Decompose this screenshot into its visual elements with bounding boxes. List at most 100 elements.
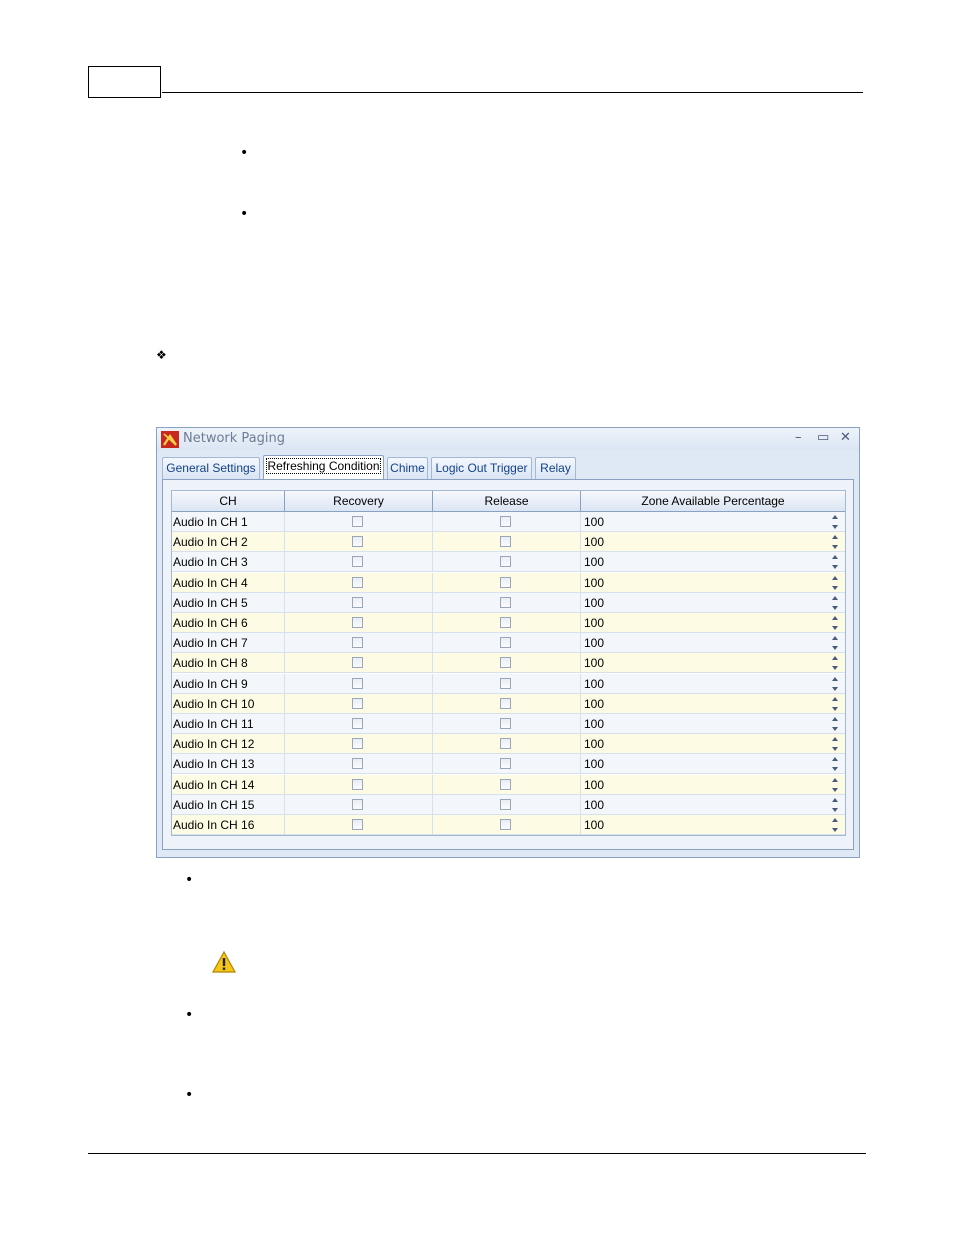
table-row[interactable]: Audio In CH 13 100 — [172, 754, 845, 775]
zone-percentage-stepper[interactable]: 100 — [581, 734, 845, 755]
refreshing-condition-grid: CH Recovery Release Zone Available Perce… — [171, 490, 846, 836]
zone-percentage-stepper[interactable]: 100 — [581, 815, 845, 835]
zone-percentage-value: 100 — [584, 797, 605, 812]
table-row[interactable]: Audio In CH 10 100 — [172, 693, 845, 714]
recovery-checkbox[interactable] — [352, 758, 363, 770]
tab-refreshing-condition[interactable]: Refreshing Condition — [263, 455, 384, 480]
tab-logic-out-trigger[interactable]: Logic Out Trigger — [431, 457, 532, 479]
recovery-checkbox[interactable] — [352, 516, 363, 527]
table-row[interactable]: Audio In CH 8 100 — [172, 653, 845, 674]
release-checkbox[interactable] — [500, 778, 511, 790]
title-bar[interactable]: Network Paging – ▭ ✕ — [157, 428, 859, 450]
column-header-ch[interactable]: CH — [172, 491, 285, 512]
spin-arrows-icon[interactable] — [831, 796, 839, 814]
table-row[interactable]: Audio In CH 6 100 — [172, 613, 845, 633]
release-cell — [433, 653, 581, 674]
zone-percentage-stepper[interactable]: 100 — [581, 532, 845, 553]
column-header-recovery[interactable]: Recovery — [285, 491, 433, 512]
table-row[interactable]: Audio In CH 2 100 — [172, 532, 845, 553]
release-checkbox[interactable] — [500, 738, 511, 750]
recovery-checkbox[interactable] — [352, 819, 363, 830]
table-row[interactable]: Audio In CH 9 100 — [172, 673, 845, 694]
recovery-checkbox[interactable] — [352, 617, 363, 628]
spin-arrows-icon[interactable] — [831, 816, 839, 834]
recovery-checkbox[interactable] — [352, 657, 363, 669]
spin-arrows-icon[interactable] — [831, 614, 839, 632]
recovery-checkbox[interactable] — [352, 718, 363, 729]
spin-arrows-icon[interactable] — [831, 513, 839, 531]
recovery-checkbox[interactable] — [352, 798, 363, 810]
bullet-4: • — [185, 1007, 194, 1023]
recovery-checkbox[interactable] — [352, 576, 363, 588]
recovery-checkbox[interactable] — [352, 738, 363, 750]
zone-percentage-stepper[interactable]: 100 — [581, 775, 845, 795]
zone-percentage-stepper[interactable]: 100 — [581, 633, 845, 654]
spin-arrows-icon[interactable] — [831, 735, 839, 753]
table-row[interactable]: Audio In CH 4 100 — [172, 572, 845, 593]
zone-percentage-stepper[interactable]: 100 — [581, 593, 845, 613]
table-row[interactable]: Audio In CH 11 100 — [172, 714, 845, 734]
zone-percentage-stepper[interactable]: 100 — [581, 552, 845, 573]
spin-arrows-icon[interactable] — [831, 776, 839, 794]
recovery-checkbox[interactable] — [352, 697, 363, 709]
spin-arrows-icon[interactable] — [831, 553, 839, 571]
recovery-checkbox[interactable] — [352, 536, 363, 548]
release-cell — [433, 613, 581, 633]
release-checkbox[interactable] — [500, 718, 511, 729]
spin-arrows-icon[interactable] — [831, 695, 839, 713]
table-row[interactable]: Audio In CH 15 100 — [172, 794, 845, 815]
release-checkbox[interactable] — [500, 556, 511, 568]
tab-chime[interactable]: Chime — [387, 457, 428, 479]
release-checkbox[interactable] — [500, 758, 511, 770]
table-row[interactable]: Audio In CH 12 100 — [172, 734, 845, 755]
spin-arrows-icon[interactable] — [831, 574, 839, 592]
release-checkbox[interactable] — [500, 697, 511, 709]
release-checkbox[interactable] — [500, 819, 511, 830]
spin-arrows-icon[interactable] — [831, 675, 839, 693]
channel-name-cell: Audio In CH 10 — [172, 693, 285, 714]
table-row[interactable]: Audio In CH 5 100 — [172, 592, 845, 613]
zone-percentage-stepper[interactable]: 100 — [581, 714, 845, 734]
zone-percentage-stepper[interactable]: 100 — [581, 694, 845, 714]
release-checkbox[interactable] — [500, 516, 511, 527]
recovery-checkbox[interactable] — [352, 637, 363, 649]
table-row[interactable]: Audio In CH 16 100 — [172, 815, 845, 835]
column-header-release[interactable]: Release — [433, 491, 581, 512]
table-row[interactable]: Audio In CH 3 100 — [172, 552, 845, 573]
window-title: Network Paging — [183, 431, 285, 446]
spin-arrows-icon[interactable] — [831, 594, 839, 612]
zone-percentage-stepper[interactable]: 100 — [581, 573, 845, 593]
recovery-checkbox[interactable] — [352, 556, 363, 568]
release-checkbox[interactable] — [500, 798, 511, 810]
zone-percentage-stepper[interactable]: 100 — [581, 613, 845, 633]
spin-arrows-icon[interactable] — [831, 634, 839, 652]
zone-percentage-stepper[interactable]: 100 — [581, 653, 845, 674]
release-checkbox[interactable] — [500, 637, 511, 649]
column-header-zone-available-percentage[interactable]: Zone Available Percentage — [581, 491, 845, 512]
tab-relay[interactable]: Relay — [535, 457, 576, 479]
tab-general-settings[interactable]: General Settings — [162, 457, 260, 479]
release-checkbox[interactable] — [500, 576, 511, 588]
minimize-button[interactable]: – — [795, 430, 802, 445]
zone-percentage-stepper[interactable]: 100 — [581, 795, 845, 815]
release-checkbox[interactable] — [500, 677, 511, 689]
release-checkbox[interactable] — [500, 536, 511, 548]
zone-percentage-stepper[interactable]: 100 — [581, 674, 845, 694]
zone-percentage-stepper[interactable]: 100 — [581, 512, 845, 532]
table-row[interactable]: Audio In CH 14 100 — [172, 774, 845, 795]
table-row[interactable]: Audio In CH 1 100 — [172, 512, 845, 532]
zone-percentage-stepper[interactable]: 100 — [581, 754, 845, 775]
release-checkbox[interactable] — [500, 657, 511, 669]
maximize-button[interactable]: ▭ — [817, 430, 829, 445]
recovery-checkbox[interactable] — [352, 778, 363, 790]
spin-arrows-icon[interactable] — [831, 533, 839, 551]
release-checkbox[interactable] — [500, 596, 511, 608]
spin-arrows-icon[interactable] — [831, 715, 839, 733]
spin-arrows-icon[interactable] — [831, 654, 839, 672]
close-button[interactable]: ✕ — [840, 430, 851, 445]
recovery-checkbox[interactable] — [352, 677, 363, 689]
release-checkbox[interactable] — [500, 617, 511, 628]
spin-arrows-icon[interactable] — [831, 755, 839, 773]
recovery-checkbox[interactable] — [352, 596, 363, 608]
table-row[interactable]: Audio In CH 7 100 — [172, 633, 845, 654]
